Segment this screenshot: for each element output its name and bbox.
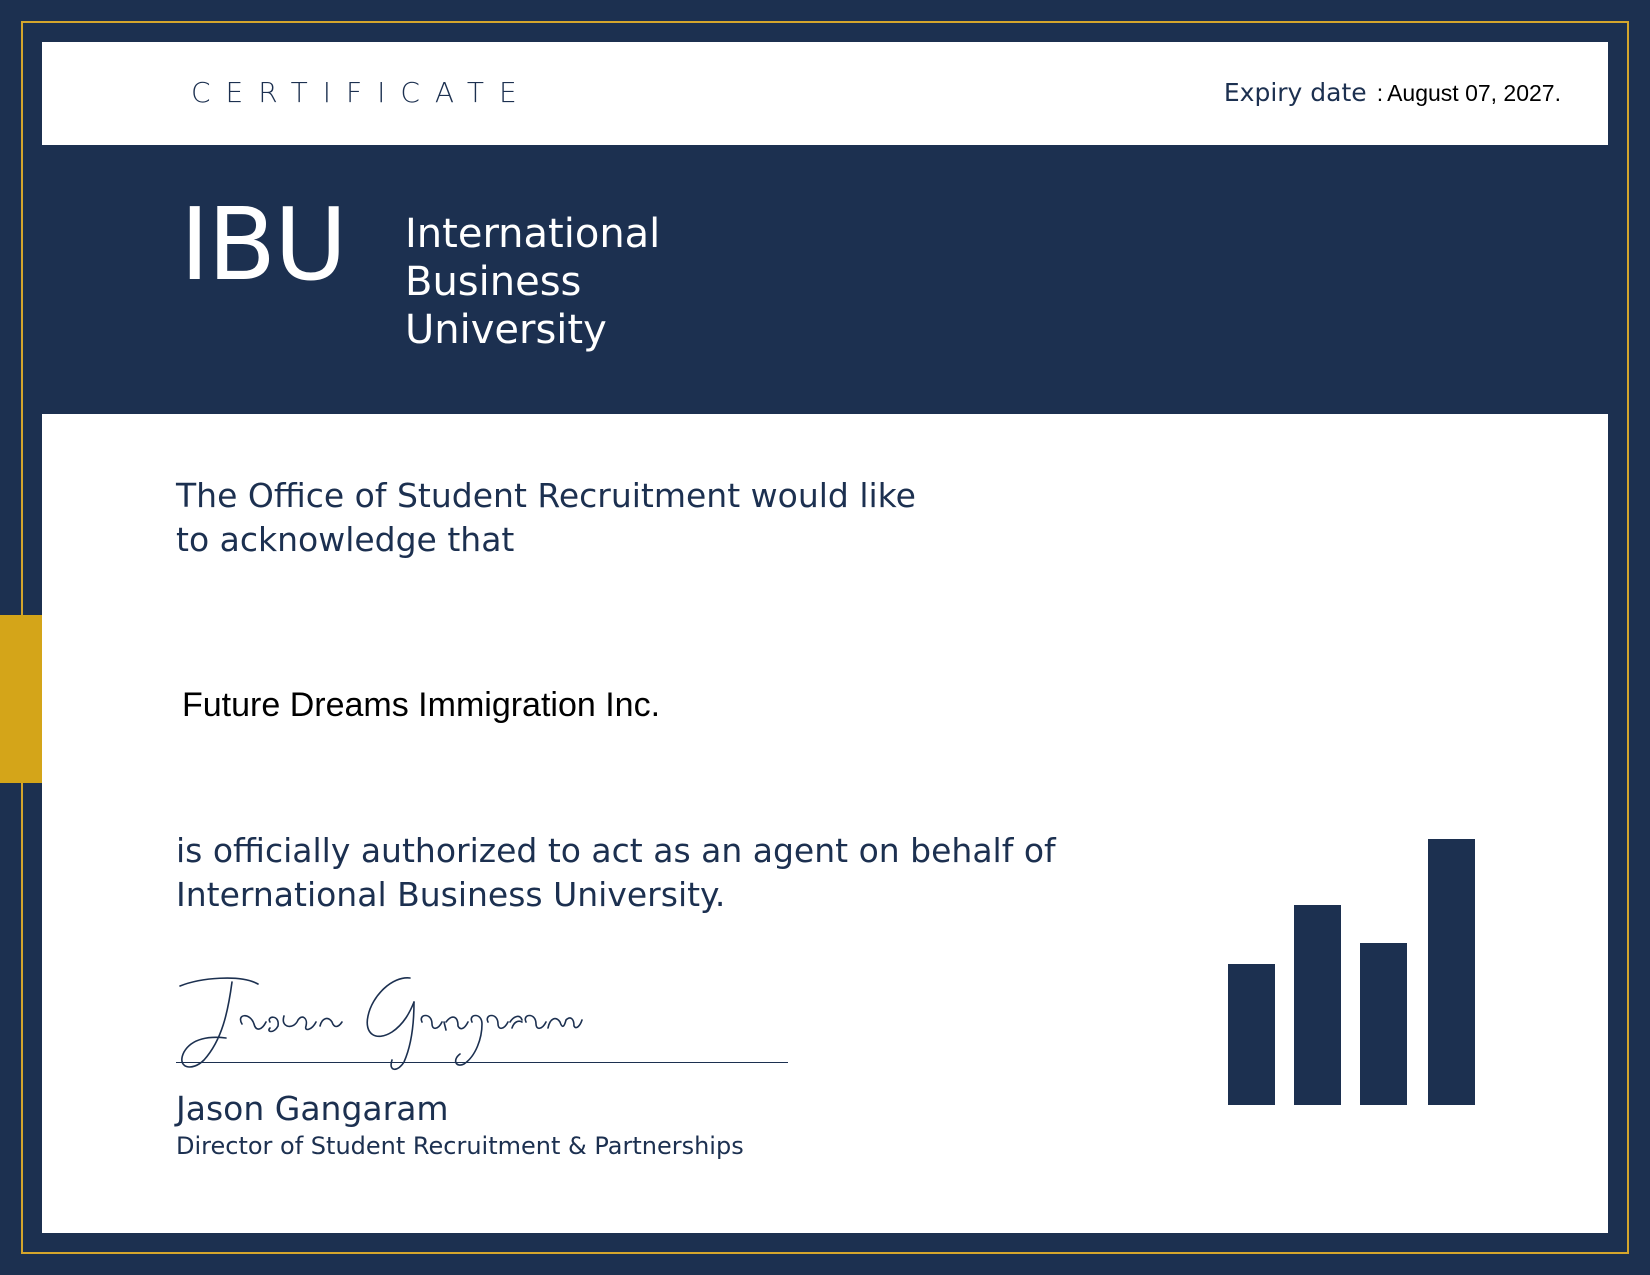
authorization-text: is officially authorized to act as an ag… xyxy=(176,831,1056,914)
expiry-date: Expiry date : August 07, 2027. xyxy=(1224,78,1561,107)
recipient-name: Future Dreams Immigration Inc. xyxy=(182,686,661,724)
certificate-label: CERTIFICATE xyxy=(191,76,532,109)
bar-chart-icon-bar xyxy=(1294,905,1341,1105)
certificate-body: The Office of Student Recruitment would … xyxy=(42,414,1608,1233)
expiry-label: Expiry date xyxy=(1223,78,1367,107)
university-name-line: Business xyxy=(405,259,582,305)
bar-chart-icon-bar xyxy=(1360,943,1407,1105)
university-name-line: International xyxy=(405,211,661,257)
bar-chart-icon xyxy=(1228,839,1483,1105)
signature-line xyxy=(176,1062,788,1063)
signature-image xyxy=(179,977,583,1071)
intro-text: The Office of Student Recruitment would … xyxy=(176,476,916,559)
bar-chart-icon-bar xyxy=(1228,964,1275,1105)
university-name-line: University xyxy=(405,307,607,353)
expiry-separator: : xyxy=(1376,80,1384,106)
logo-abbreviation: IBU xyxy=(180,186,347,303)
certificate-header: CERTIFICATE Expiry date : August 07, 202… xyxy=(42,42,1608,145)
bar-chart-icon-bar xyxy=(1428,839,1475,1105)
university-name: International Business University xyxy=(405,210,660,354)
signer-title: Director of Student Recruitment & Partne… xyxy=(176,1132,744,1160)
signer-name: Jason Gangaram xyxy=(176,1089,449,1128)
expiry-value: August 07, 2027. xyxy=(1387,80,1561,106)
